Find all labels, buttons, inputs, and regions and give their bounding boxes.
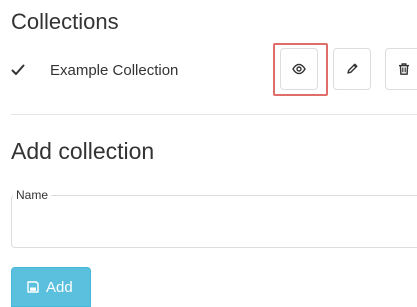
edit-collection-button[interactable] bbox=[333, 48, 371, 90]
save-icon bbox=[27, 281, 39, 293]
add-button[interactable]: Add bbox=[11, 267, 91, 307]
check-icon bbox=[11, 64, 25, 75]
add-collection-heading: Add collection bbox=[11, 138, 155, 164]
trash-icon bbox=[399, 63, 409, 75]
section-divider bbox=[11, 114, 417, 115]
name-input[interactable] bbox=[12, 208, 417, 244]
collections-page: Collections Example Collection Add colle… bbox=[0, 0, 417, 307]
pencil-icon bbox=[347, 63, 358, 74]
view-collection-button[interactable] bbox=[280, 48, 318, 90]
collection-name: Example Collection bbox=[50, 62, 179, 79]
delete-collection-button[interactable] bbox=[385, 48, 417, 90]
name-field-label: Name bbox=[13, 188, 52, 202]
collections-heading: Collections bbox=[11, 9, 119, 34]
add-button-label: Add bbox=[46, 278, 73, 296]
eye-icon bbox=[292, 63, 306, 75]
